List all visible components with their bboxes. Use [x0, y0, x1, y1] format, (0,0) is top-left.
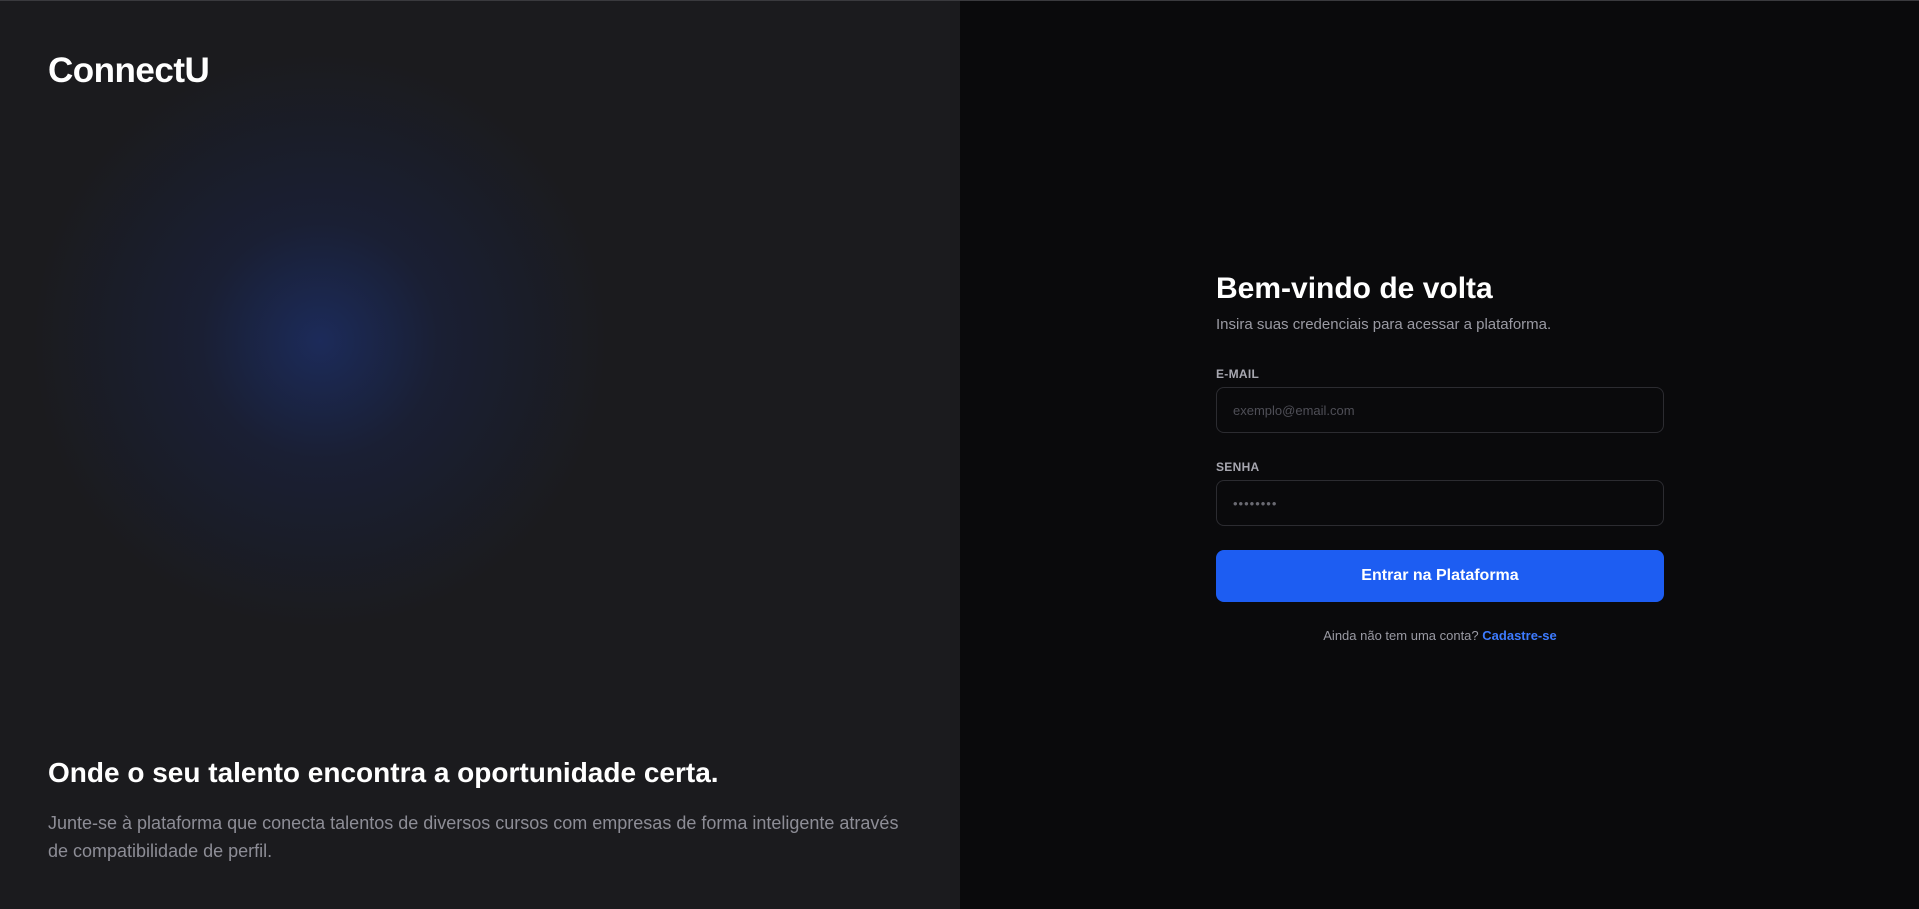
brand-logo: ConnectU	[48, 51, 210, 90]
password-label: SENHA	[1216, 460, 1260, 474]
brand-panel: ConnectU Onde o seu talento encontra a o…	[0, 1, 960, 909]
signup-link[interactable]: Cadastre-se	[1482, 628, 1556, 643]
password-field[interactable]	[1216, 480, 1664, 526]
email-field[interactable]	[1216, 387, 1664, 433]
login-button[interactable]: Entrar na Plataforma	[1216, 550, 1664, 602]
signup-prompt: Ainda não tem uma conta?	[1323, 628, 1479, 643]
background-glow	[20, 41, 620, 641]
hero-title: Onde o seu talento encontra a oportunida…	[48, 757, 719, 788]
email-label: E-MAIL	[1216, 367, 1260, 381]
login-form: Bem-vindo de volta Insira suas credencia…	[1216, 269, 1664, 643]
login-subtitle: Insira suas credenciais para acessar a p…	[1216, 316, 1552, 333]
hero-description: Junte-se à plataforma que conecta talent…	[48, 813, 899, 861]
login-panel: Bem-vindo de volta Insira suas credencia…	[960, 1, 1919, 909]
login-title: Bem-vindo de volta	[1216, 272, 1493, 305]
signup-row: Ainda não tem uma conta? Cadastre-se	[1216, 628, 1664, 643]
